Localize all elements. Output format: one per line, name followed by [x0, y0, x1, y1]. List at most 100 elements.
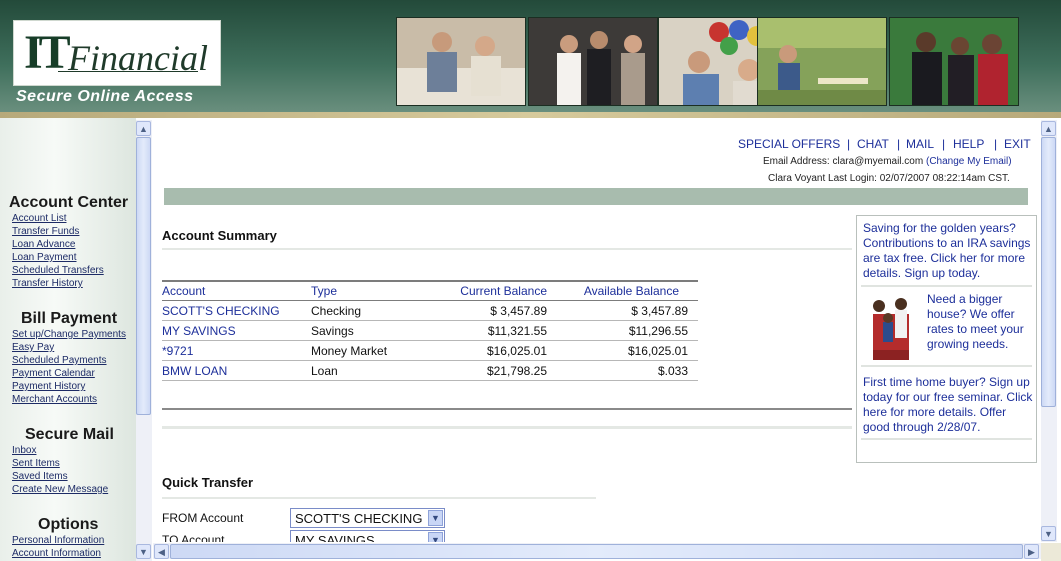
help-link[interactable]: HELP: [953, 137, 984, 151]
nav-link-merchant-accounts[interactable]: Merchant Accounts: [12, 394, 97, 405]
scroll-down-icon[interactable]: ▼: [1041, 526, 1056, 541]
current-balance: $11,321.55: [413, 320, 557, 341]
left-nav-scroll-thumb[interactable]: [136, 137, 151, 415]
scroll-up-icon[interactable]: ▲: [136, 121, 151, 136]
account-link[interactable]: BMW LOAN: [162, 364, 227, 378]
logo-financial-text: Financial: [68, 38, 208, 78]
account-type: Money Market: [311, 340, 413, 361]
nav-heading-options: Options: [38, 516, 99, 533]
nav-link-create-message[interactable]: Create New Message: [12, 484, 108, 495]
exit-link[interactable]: EXIT: [1004, 137, 1031, 151]
header-photo-couple: [396, 17, 526, 106]
email-address: Email Address: clara@myemail.com: [763, 156, 924, 167]
account-link[interactable]: *9721: [162, 344, 193, 358]
nav-link-loan-payment[interactable]: Loan Payment: [12, 252, 77, 263]
nav-link-personal-information[interactable]: Personal Information: [12, 535, 104, 546]
available-balance: $16,025.01: [557, 340, 698, 361]
scroll-down-icon[interactable]: ▼: [136, 544, 151, 559]
col-type: Type: [311, 280, 413, 301]
chevron-down-icon[interactable]: ▼: [428, 532, 443, 542]
nav-link-transfer-history[interactable]: Transfer History: [12, 278, 83, 289]
account-link[interactable]: SCOTT'S CHECKING: [162, 304, 280, 318]
table-header-row: Account Type Current Balance Available B…: [162, 280, 698, 301]
nav-link-sent-items[interactable]: Sent Items: [12, 458, 60, 469]
to-account-label: TO Account: [162, 533, 225, 542]
main-vertical-scrollbar[interactable]: ▲ ▼: [1041, 120, 1057, 542]
col-available-balance: Available Balance: [557, 280, 698, 301]
table-row: SCOTT'S CHECKING Checking $ 3,457.89 $ 3…: [162, 300, 698, 321]
nav-link-account-list[interactable]: Account List: [12, 213, 66, 224]
header-band: [164, 188, 1028, 205]
current-balance: $21,798.25: [413, 360, 557, 381]
site-header: IT Financial Secure Online Access: [0, 0, 1061, 118]
table-row: *9721 Money Market $16,025.01 $16,025.01: [162, 340, 698, 361]
nav-link-scheduled-transfers[interactable]: Scheduled Transfers: [12, 265, 104, 276]
nav-link-payment-history[interactable]: Payment History: [12, 381, 85, 392]
scroll-left-icon[interactable]: ◀: [154, 544, 169, 559]
to-account-value: MY SAVINGS: [295, 533, 375, 542]
promo-divider: [861, 285, 1032, 287]
logo-underline: [58, 71, 198, 72]
left-nav: Account Center Account List Transfer Fun…: [0, 118, 136, 561]
account-link[interactable]: MY SAVINGS: [162, 324, 236, 338]
promo-ira[interactable]: Saving for the golden years? Contributio…: [863, 221, 1035, 281]
quick-transfer-title: Quick Transfer: [162, 475, 254, 490]
scroll-up-icon[interactable]: ▲: [1041, 121, 1056, 136]
scroll-corner: [1041, 543, 1061, 561]
account-type: Loan: [311, 360, 413, 381]
family-house-icon: [873, 298, 909, 360]
logo[interactable]: IT Financial: [13, 20, 221, 86]
chat-link[interactable]: CHAT: [857, 137, 889, 151]
header-photo-park: [757, 17, 887, 106]
main-vertical-scroll-thumb[interactable]: [1041, 137, 1056, 407]
nav-link-saved-items[interactable]: Saved Items: [12, 471, 68, 482]
table-row: BMW LOAN Loan $21,798.25 $.033: [162, 360, 698, 381]
from-account-select[interactable]: SCOTT'S CHECKING ▼: [290, 508, 445, 528]
special-offers-link[interactable]: SPECIAL OFFERS: [738, 137, 840, 151]
current-balance: $ 3,457.89: [413, 300, 557, 321]
title-underline: [162, 248, 852, 250]
promo-divider: [861, 365, 1032, 367]
main-horizontal-scroll-thumb[interactable]: [170, 544, 1023, 559]
promo-home-buyer[interactable]: First time home buyer? Sign up today for…: [863, 375, 1035, 435]
to-account-select[interactable]: MY SAVINGS ▼: [290, 530, 445, 542]
chevron-down-icon[interactable]: ▼: [428, 510, 443, 526]
available-balance: $11,296.55: [557, 320, 698, 341]
nav-link-inbox[interactable]: Inbox: [12, 445, 36, 456]
separator: |: [994, 137, 998, 151]
from-account-value: SCOTT'S CHECKING: [295, 511, 423, 526]
promo-divider: [861, 438, 1032, 440]
nav-link-setup-payments[interactable]: Set up/Change Payments: [12, 329, 126, 340]
change-email-link[interactable]: (Change My Email): [926, 156, 1012, 167]
title-underline: [162, 497, 596, 499]
available-balance: $ 3,457.89: [557, 300, 698, 321]
last-login: Clara Voyant Last Login: 02/07/2007 08:2…: [768, 173, 1010, 184]
account-summary-title: Account Summary: [162, 228, 277, 243]
nav-link-account-information[interactable]: Account Information: [12, 548, 101, 559]
tagline: Secure Online Access: [16, 88, 194, 105]
main-content: SPECIAL OFFERS | CHAT | MAIL | HELP | EX…: [153, 120, 1041, 542]
promo-panel: Saving for the golden years? Contributio…: [856, 215, 1037, 463]
nav-link-scheduled-payments[interactable]: Scheduled Payments: [12, 355, 107, 366]
nav-link-easy-pay[interactable]: Easy Pay: [12, 342, 54, 353]
table-row: MY SAVINGS Savings $11,321.55 $11,296.55: [162, 320, 698, 341]
nav-link-transfer-funds[interactable]: Transfer Funds: [12, 226, 79, 237]
promo-house[interactable]: Need a bigger house? We offer rates to m…: [927, 292, 1033, 352]
main-horizontal-scrollbar[interactable]: ◀ ▶: [153, 543, 1041, 559]
nav-link-payment-calendar[interactable]: Payment Calendar: [12, 368, 95, 379]
col-current-balance: Current Balance: [413, 280, 557, 301]
separator: |: [847, 137, 851, 151]
account-summary-table: Account Type Current Balance Available B…: [162, 280, 698, 381]
nav-heading-account-center: Account Center: [9, 194, 129, 211]
mail-link[interactable]: MAIL: [906, 137, 934, 151]
current-balance: $16,025.01: [413, 340, 557, 361]
nav-heading-bill-payment: Bill Payment: [21, 310, 118, 327]
left-nav-scrollbar[interactable]: ▲ ▼: [136, 120, 152, 561]
summary-divider-light: [162, 426, 852, 429]
header-photo-wedding: [528, 17, 658, 106]
user-email-row: Email Address: clara@myemail.com (Change…: [763, 156, 1012, 167]
header-photo-graduation: [889, 17, 1019, 106]
nav-link-loan-advance[interactable]: Loan Advance: [12, 239, 75, 250]
scroll-right-icon[interactable]: ▶: [1024, 544, 1039, 559]
account-type: Checking: [311, 300, 413, 321]
